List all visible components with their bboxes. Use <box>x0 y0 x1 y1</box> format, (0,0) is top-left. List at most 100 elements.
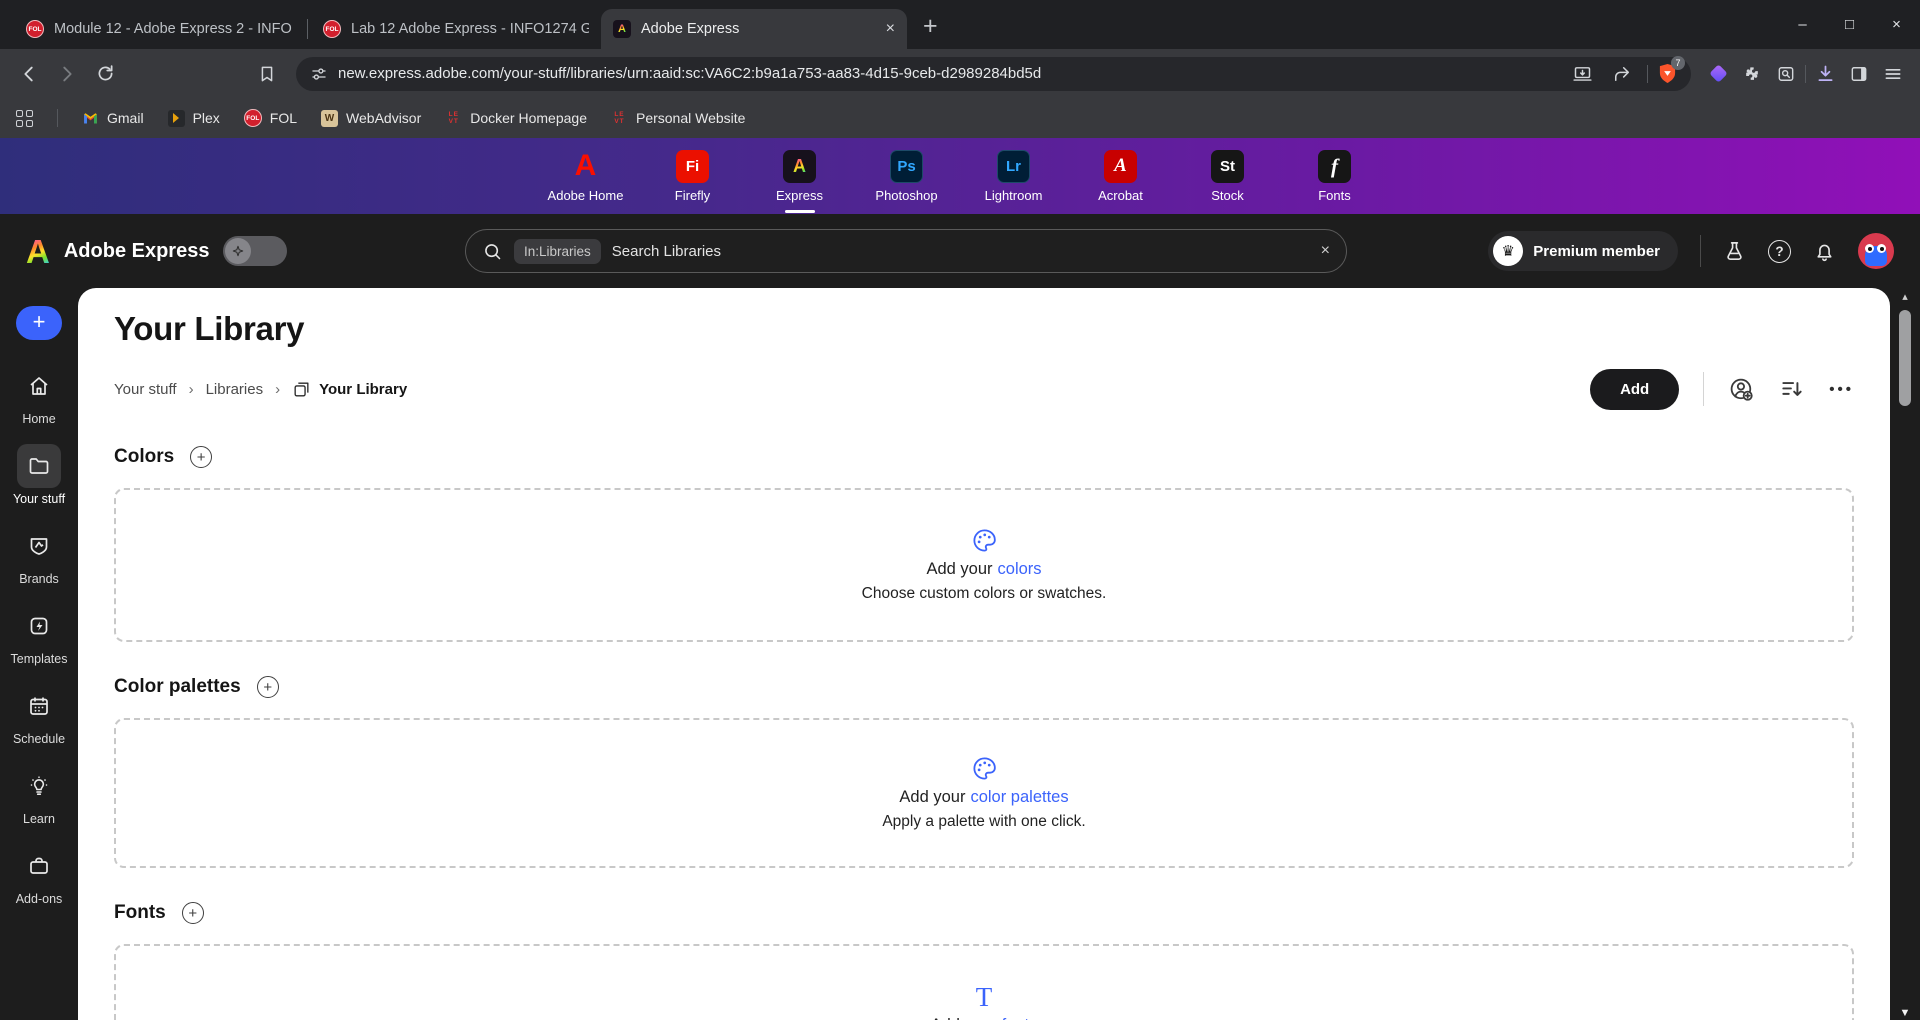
app-stock[interactable]: St Stock <box>1174 150 1281 203</box>
scrollbar-thumb[interactable] <box>1899 310 1911 406</box>
create-new-button[interactable]: + <box>16 306 62 340</box>
tab-adobe-express-active[interactable]: A Adobe Express × <box>601 9 907 49</box>
scroll-up-icon[interactable]: ▴ <box>1890 290 1920 303</box>
app-adobe-home[interactable]: A Adobe Home <box>532 150 639 203</box>
maximize-button[interactable]: □ <box>1826 0 1873 49</box>
tab-title: Adobe Express <box>641 21 870 37</box>
chevron-right-icon: › <box>275 381 280 398</box>
sidebar-label: Brands <box>19 572 59 586</box>
reload-icon[interactable] <box>88 57 122 91</box>
tab-module-12[interactable]: FOL Module 12 - Adobe Express 2 - INFO1 <box>14 9 304 49</box>
menu-hamburger-icon[interactable] <box>1878 59 1908 89</box>
tab-close-icon[interactable]: × <box>886 20 895 38</box>
share-icon[interactable] <box>1607 59 1637 89</box>
sparkle-icon <box>225 238 251 264</box>
app-fonts[interactable]: f Fonts <box>1281 150 1388 203</box>
sidebar-label: Schedule <box>13 732 65 746</box>
search-clear-icon[interactable]: × <box>1321 242 1330 260</box>
minimize-button[interactable]: – <box>1779 0 1826 49</box>
add-colors-link[interactable]: colors <box>998 560 1042 578</box>
empty-colors-dropzone[interactable]: Add yourcolors Choose custom colors or s… <box>114 488 1854 642</box>
breadcrumb-toolbar-row: Your stuff › Libraries › Your Library Ad… <box>114 366 1854 412</box>
section-title: Color palettes <box>114 676 241 698</box>
add-colors-icon[interactable]: + <box>190 446 212 468</box>
extensions-puzzle-icon[interactable] <box>1737 59 1767 89</box>
search-bar[interactable]: In:Libraries × <box>465 229 1347 273</box>
home-icon <box>17 364 61 408</box>
chevron-right-icon: › <box>189 381 194 398</box>
app-photoshop[interactable]: Ps Photoshop <box>853 150 960 203</box>
send-to-device-icon[interactable] <box>1567 59 1597 89</box>
sidebar-item-schedule[interactable]: Schedule <box>13 684 65 746</box>
firefly-icon: Fi <box>676 150 709 183</box>
bookmark-label: Docker Homepage <box>470 110 587 126</box>
add-color-palettes-link[interactable]: color palettes <box>970 788 1068 806</box>
brave-shield-icon[interactable]: 7 <box>1658 63 1677 84</box>
sidebar-item-templates[interactable]: Templates <box>11 604 68 666</box>
red-letters-favicon: LEVT <box>445 110 462 127</box>
bookmark-plex[interactable]: Plex <box>168 110 220 127</box>
close-button[interactable]: × <box>1873 0 1920 49</box>
forward-icon[interactable] <box>50 57 84 91</box>
search-scope-chip[interactable]: In:Libraries <box>514 239 601 264</box>
sidebar-item-learn[interactable]: Learn <box>17 764 61 826</box>
app-acrobat[interactable]: A Acrobat <box>1067 150 1174 203</box>
sidebar-item-your-stuff[interactable]: Your stuff <box>13 444 65 506</box>
user-avatar[interactable] <box>1858 233 1894 269</box>
help-icon[interactable]: ? <box>1768 240 1791 263</box>
empty-fonts-dropzone[interactable]: T Add yourfonts <box>114 944 1854 1020</box>
page-scrollbar: ▴ ▼ <box>1890 288 1920 1020</box>
type-icon: T <box>976 984 993 1010</box>
bookmark-personal-website[interactable]: LEVT Personal Website <box>611 110 745 127</box>
empty-state-cta: Add yourfonts <box>931 1016 1038 1020</box>
sidebar-label: Add-ons <box>16 892 63 906</box>
search-tabs-icon[interactable] <box>1771 59 1801 89</box>
back-icon[interactable] <box>12 57 46 91</box>
invite-people-icon[interactable] <box>1728 376 1755 403</box>
add-fonts-link[interactable]: fonts <box>1002 1016 1038 1020</box>
add-fonts-icon[interactable]: + <box>182 902 204 924</box>
apps-grid-icon[interactable] <box>16 110 33 127</box>
adobe-express-logo[interactable]: A <box>26 235 50 268</box>
section-fonts: Fonts + T Add yourfonts <box>114 900 1854 1020</box>
sidebar-item-home[interactable]: Home <box>17 364 61 426</box>
url-text[interactable]: new.express.adobe.com/your-stuff/librari… <box>338 65 1557 82</box>
bookmark-docker-homepage[interactable]: LEVT Docker Homepage <box>445 110 587 127</box>
app-label: Adobe Home <box>548 188 624 203</box>
search-input[interactable] <box>612 243 1310 260</box>
breadcrumb-libraries[interactable]: Libraries <box>206 381 264 398</box>
sort-icon[interactable] <box>1779 376 1805 402</box>
lightroom-icon: Lr <box>997 150 1030 183</box>
more-options-icon[interactable]: ••• <box>1829 381 1854 398</box>
express-header: A Adobe Express In:Libraries × ♛ Premium… <box>0 214 1920 288</box>
app-firefly[interactable]: Fi Firefly <box>639 150 746 203</box>
tab-lab-12[interactable]: FOL Lab 12 Adobe Express - INFO1274 Gra <box>311 9 601 49</box>
notifications-bell-icon[interactable] <box>1813 240 1836 263</box>
empty-color-palettes-dropzone[interactable]: Add yourcolor palettes Apply a palette w… <box>114 718 1854 868</box>
app-express-active[interactable]: A Express <box>746 150 853 203</box>
section-header: Colors + <box>114 444 1854 470</box>
sidebar-label: Home <box>22 412 55 426</box>
bookmark-icon[interactable] <box>250 57 284 91</box>
downloads-icon[interactable] <box>1810 59 1840 89</box>
app-lightroom[interactable]: Lr Lightroom <box>960 150 1067 203</box>
bookmark-webadvisor[interactable]: W WebAdvisor <box>321 110 421 127</box>
premium-member-badge[interactable]: ♛ Premium member <box>1488 231 1678 271</box>
add-button[interactable]: Add <box>1590 369 1679 410</box>
bookmark-fol[interactable]: FOL FOL <box>244 109 297 127</box>
brave-wallet-icon[interactable] <box>1703 59 1733 89</box>
sidebar-panel-icon[interactable] <box>1844 59 1874 89</box>
address-bar[interactable]: new.express.adobe.com/your-stuff/librari… <box>296 57 1691 91</box>
bookmark-gmail[interactable]: Gmail <box>82 110 144 127</box>
new-tab-button[interactable]: + <box>923 12 938 41</box>
sidebar-item-brands[interactable]: Brands <box>17 524 61 586</box>
site-settings-icon[interactable] <box>310 65 328 83</box>
breadcrumb-your-stuff[interactable]: Your stuff <box>114 381 177 398</box>
sidebar-item-add-ons[interactable]: Add-ons <box>16 844 63 906</box>
scroll-down-icon[interactable]: ▼ <box>1890 1007 1920 1019</box>
theme-toggle[interactable] <box>223 236 287 266</box>
add-color-palettes-icon[interactable]: + <box>257 676 279 698</box>
active-app-underline <box>785 210 815 213</box>
crown-icon: ♛ <box>1493 236 1523 266</box>
beta-flask-icon[interactable] <box>1723 240 1746 263</box>
